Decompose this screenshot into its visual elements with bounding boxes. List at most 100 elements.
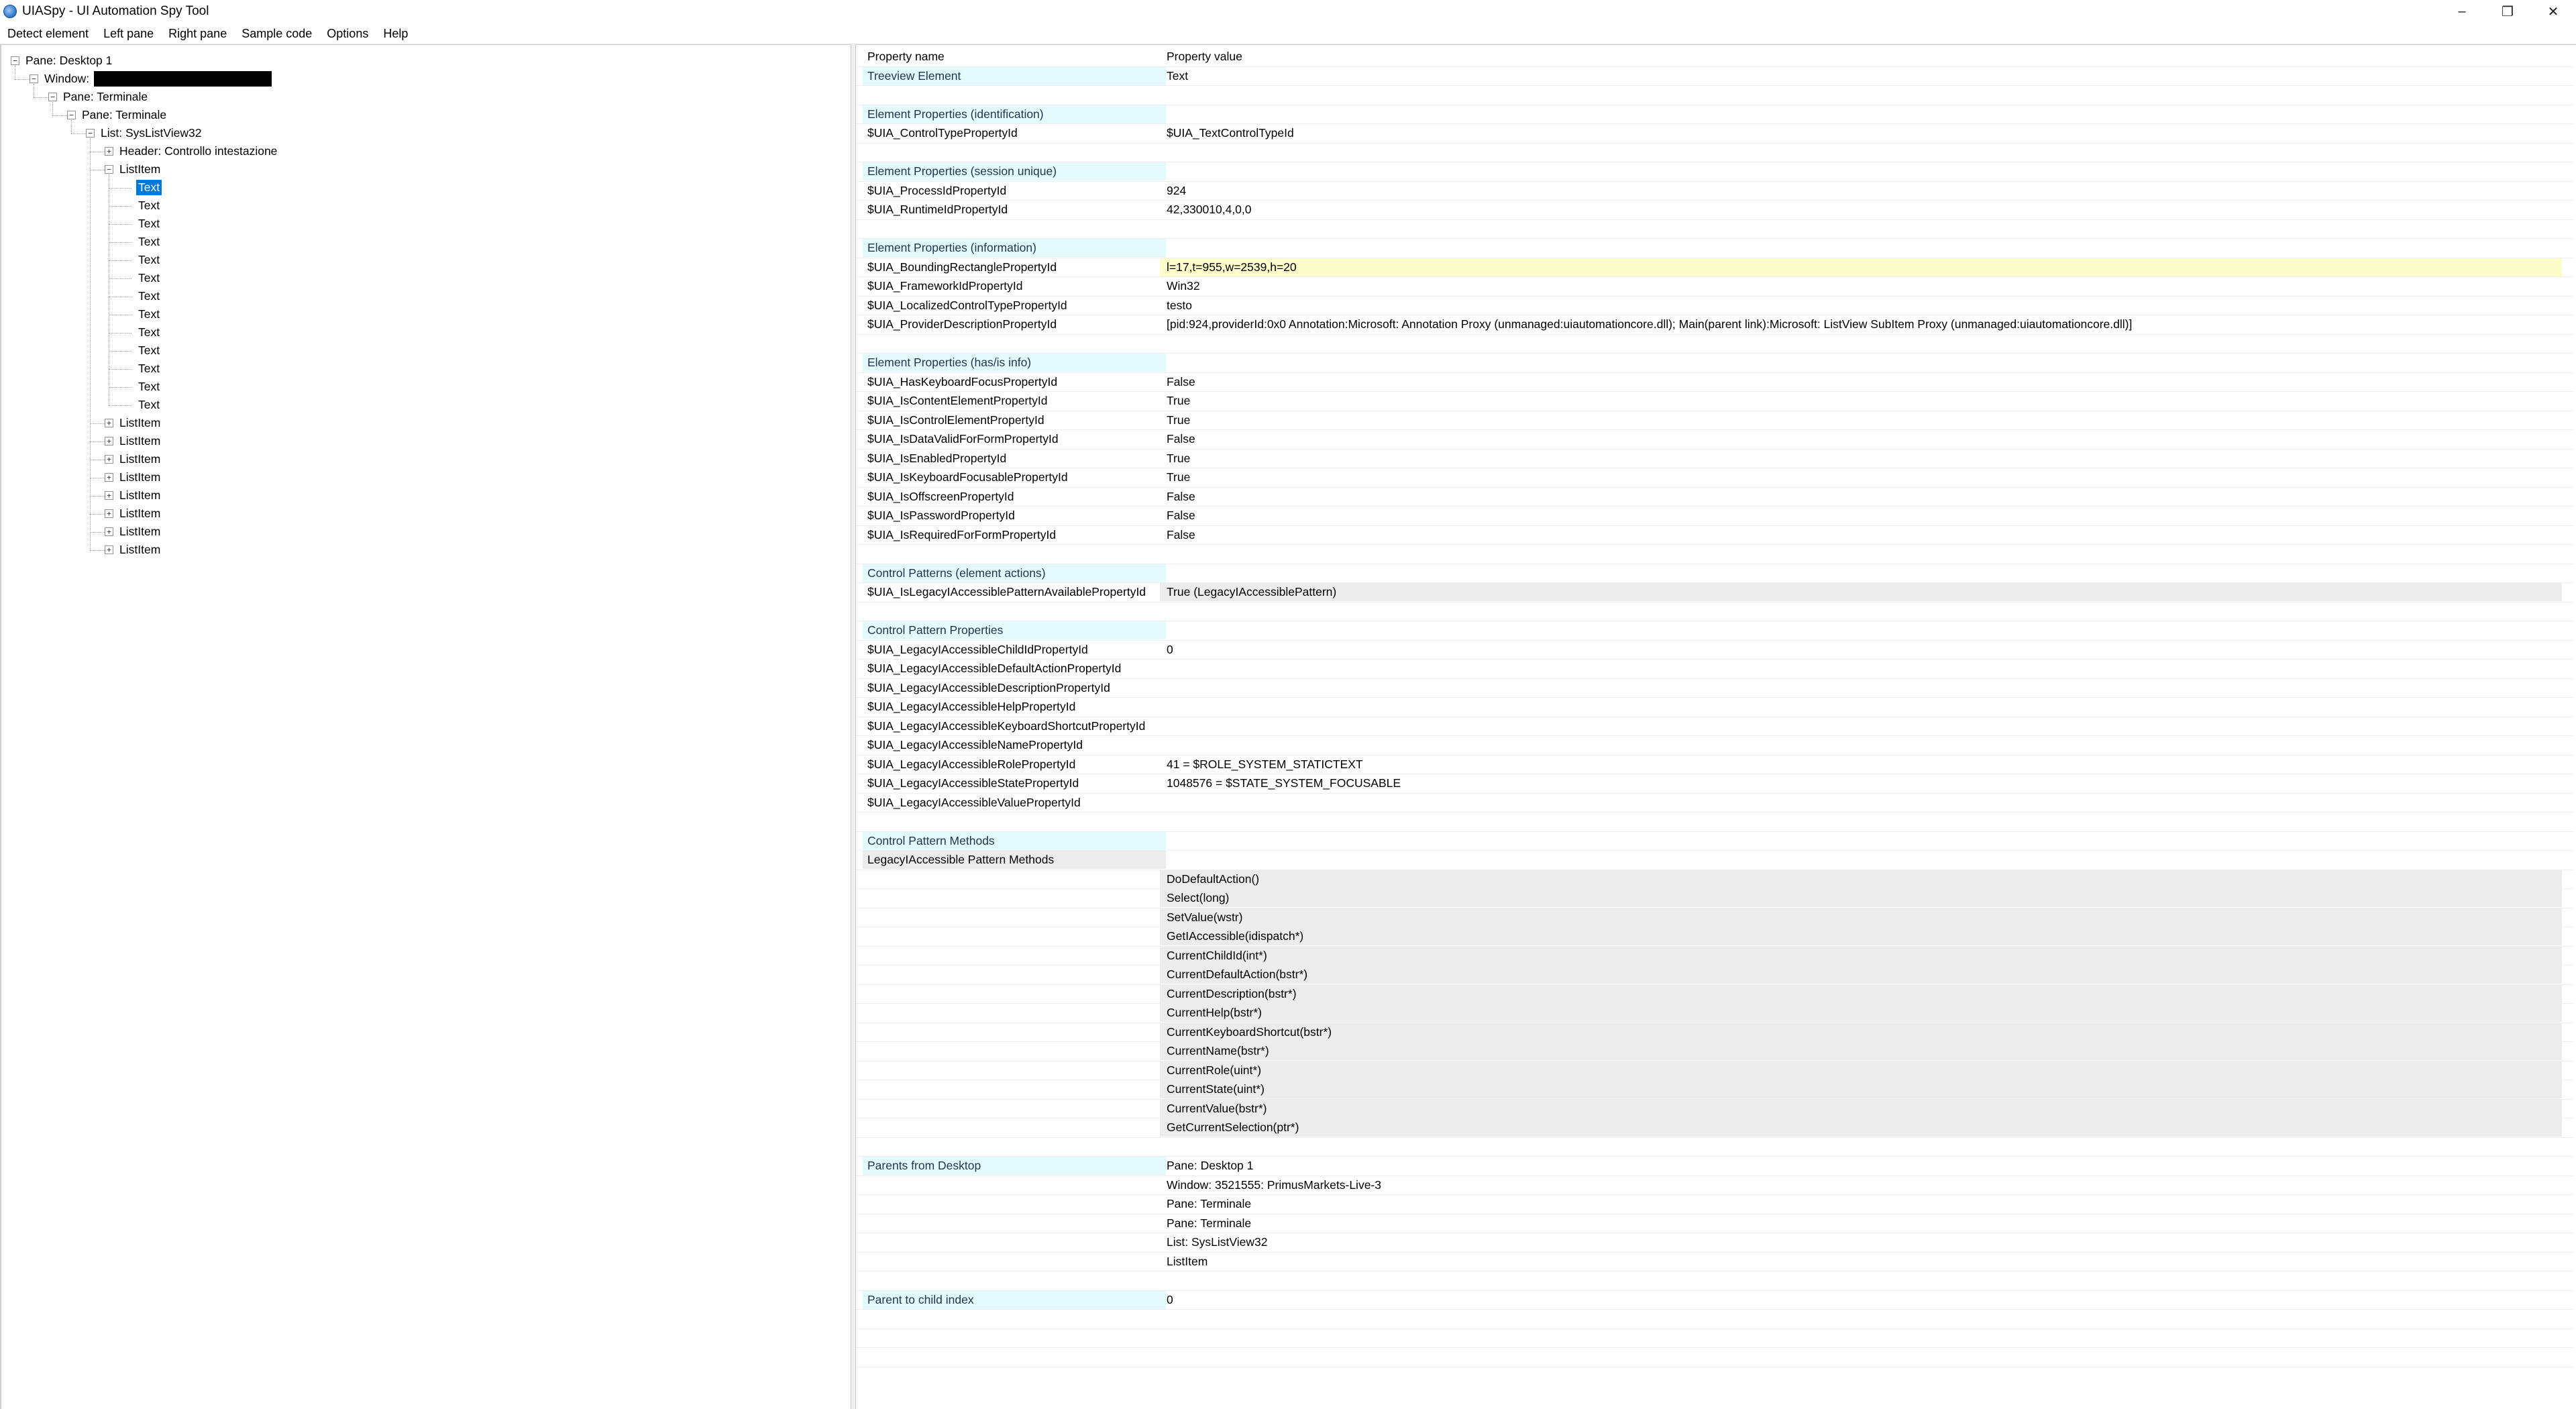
pane-splitter[interactable] xyxy=(851,44,856,1409)
tree-node[interactable]: Text xyxy=(123,197,162,215)
tree-node[interactable]: Text xyxy=(123,178,162,197)
tree-node[interactable]: Text xyxy=(123,269,162,287)
collapse-icon[interactable]: − xyxy=(105,165,113,174)
property-row[interactable]: GetCurrentSelection(ptr*) xyxy=(856,1118,2573,1138)
property-row[interactable]: Pane: Terminale xyxy=(856,1195,2573,1214)
property-row[interactable]: CurrentChildId(int*) xyxy=(856,946,2573,966)
property-row[interactable]: $UIA_IsDataValidForFormPropertyId False xyxy=(856,430,2573,450)
property-row[interactable]: ListItem xyxy=(856,1253,2573,1271)
property-row[interactable] xyxy=(856,813,2573,832)
property-row[interactable]: $UIA_LegacyIAccessibleChildIdPropertyId 0 xyxy=(856,641,2573,660)
property-row[interactable]: $UIA_IsPasswordPropertyId False xyxy=(856,507,2573,526)
property-row[interactable]: $UIA_FrameworkIdPropertyId Win32 xyxy=(856,277,2573,297)
menu-right-pane[interactable]: Right pane xyxy=(161,27,234,41)
menu-help[interactable]: Help xyxy=(376,27,415,41)
property-row[interactable]: $UIA_IsKeyboardFocusablePropertyId True xyxy=(856,468,2573,488)
property-row[interactable]: CurrentDescription(bstr*) xyxy=(856,984,2573,1004)
tree-node[interactable]: Text xyxy=(123,323,162,342)
property-row[interactable]: CurrentValue(bstr*) xyxy=(856,1099,2573,1118)
property-row[interactable]: $UIA_IsRequiredForFormPropertyId False xyxy=(856,526,2573,545)
tree-node[interactable]: Text xyxy=(123,233,162,251)
property-row[interactable]: Control Pattern Properties xyxy=(856,621,2573,641)
property-row[interactable] xyxy=(856,220,2573,239)
property-row[interactable]: CurrentHelp(bstr*) xyxy=(856,1004,2573,1023)
tree-node[interactable]: Text xyxy=(123,215,162,233)
property-row[interactable]: Element Properties (session unique) xyxy=(856,162,2573,182)
property-grid-pane[interactable]: Property name Property value Treeview Elem… xyxy=(856,44,2576,1409)
property-row[interactable]: Parents from Desktop Pane: Desktop 1 xyxy=(856,1157,2573,1176)
property-row[interactable]: $UIA_IsOffscreenPropertyId False xyxy=(856,488,2573,507)
tree-node[interactable]: − ListItem xyxy=(105,160,162,178)
expand-icon[interactable]: + xyxy=(105,491,113,500)
collapse-icon[interactable]: − xyxy=(11,56,19,65)
tree-node[interactable]: − Pane: Desktop 1 xyxy=(11,52,114,70)
tree-node[interactable]: − Window: xyxy=(30,70,272,88)
property-row[interactable]: CurrentName(bstr*) xyxy=(856,1042,2573,1061)
property-row[interactable]: Window: 3521555: PrimusMarkets-Live-3 xyxy=(856,1176,2573,1195)
property-row[interactable]: $UIA_LocalizedControlTypePropertyId testo xyxy=(856,297,2573,315)
property-row[interactable]: Pane: Terminale xyxy=(856,1214,2573,1233)
property-row[interactable] xyxy=(856,545,2573,564)
property-row[interactable] xyxy=(856,1310,2573,1329)
tree-node[interactable]: − List: SysListView32 xyxy=(86,124,203,142)
property-row[interactable]: Control Pattern Methods xyxy=(856,831,2573,851)
property-row[interactable]: CurrentDefaultAction(bstr*) xyxy=(856,966,2573,985)
tree-node[interactable]: Text xyxy=(123,251,162,269)
property-row[interactable]: $UIA_IsEnabledPropertyId True xyxy=(856,450,2573,468)
restore-button[interactable]: ❐ xyxy=(2485,0,2530,23)
expand-icon[interactable]: + xyxy=(105,509,113,518)
tree-node[interactable]: + ListItem xyxy=(105,432,162,450)
property-row[interactable] xyxy=(856,1271,2573,1291)
tree-node[interactable]: − Pane: Terminale xyxy=(67,106,168,124)
property-row[interactable]: CurrentKeyboardShortcut(bstr*) xyxy=(856,1023,2573,1042)
expand-icon[interactable]: + xyxy=(105,437,113,446)
expand-icon[interactable]: + xyxy=(105,545,113,554)
property-row[interactable] xyxy=(856,603,2573,621)
menu-sample-code[interactable]: Sample code xyxy=(234,27,319,41)
tree-node[interactable]: + ListItem xyxy=(105,450,162,468)
tree-node[interactable]: + ListItem xyxy=(105,505,162,523)
property-row[interactable]: DoDefaultAction() xyxy=(856,870,2573,889)
property-row[interactable] xyxy=(856,144,2573,162)
property-row[interactable]: $UIA_LegacyIAccessibleDefaultActionPrope… xyxy=(856,660,2573,679)
tree-node[interactable]: Text xyxy=(123,378,162,396)
tree-node[interactable]: + Header: Controllo intestazione xyxy=(105,142,279,160)
tree-node[interactable]: − Pane: Terminale xyxy=(48,88,150,106)
tree-node[interactable]: Text xyxy=(123,396,162,414)
property-row[interactable]: $UIA_LegacyIAccessibleValuePropertyId xyxy=(856,794,2573,813)
property-row[interactable]: $UIA_LegacyIAccessibleDescriptionPropert… xyxy=(856,679,2573,698)
property-row[interactable]: $UIA_LegacyIAccessibleHelpPropertyId xyxy=(856,698,2573,717)
property-row[interactable]: Treeview Element Text xyxy=(856,66,2573,86)
collapse-icon[interactable]: − xyxy=(48,93,57,101)
menu-left-pane[interactable]: Left pane xyxy=(96,27,161,41)
element-tree-pane[interactable]: − Pane: Desktop 1− Window: − Pane: Terminale… xyxy=(0,44,851,1409)
tree-node[interactable]: + ListItem xyxy=(105,468,162,486)
property-row[interactable]: LegacyIAccessible Pattern Methods xyxy=(856,851,2573,870)
property-row[interactable] xyxy=(856,1138,2573,1157)
expand-icon[interactable]: + xyxy=(105,147,113,156)
tree-node[interactable]: Text xyxy=(123,287,162,305)
property-row[interactable]: $UIA_IsLegacyIAccessiblePatternAvailable… xyxy=(856,583,2573,603)
expand-icon[interactable]: + xyxy=(105,455,113,464)
property-row[interactable]: Select(long) xyxy=(856,889,2573,908)
menu-detect-element[interactable]: Detect element xyxy=(0,27,96,41)
collapse-icon[interactable]: − xyxy=(30,74,38,83)
property-row[interactable] xyxy=(856,335,2573,354)
property-row[interactable]: Element Properties (has/is info) xyxy=(856,354,2573,373)
property-row[interactable] xyxy=(856,1329,2573,1348)
tree-node[interactable]: + ListItem xyxy=(105,414,162,432)
expand-icon[interactable]: + xyxy=(105,419,113,427)
property-row[interactable] xyxy=(856,86,2573,105)
property-row[interactable]: $UIA_HasKeyboardFocusPropertyId False xyxy=(856,373,2573,392)
property-row[interactable]: $UIA_LegacyIAccessibleKeyboardShortcutPr… xyxy=(856,717,2573,736)
property-row[interactable]: $UIA_ProcessIdPropertyId 924 xyxy=(856,182,2573,201)
tree-node[interactable]: Text xyxy=(123,360,162,378)
close-button[interactable]: ✕ xyxy=(2530,0,2576,23)
property-row[interactable]: $UIA_BoundingRectanglePropertyId l=17,t=9… xyxy=(856,258,2573,277)
property-row[interactable]: $UIA_ProviderDescriptionPropertyId [pid:9… xyxy=(856,315,2573,335)
property-row[interactable]: $UIA_LegacyIAccessibleStatePropertyId 104… xyxy=(856,774,2573,794)
property-row[interactable]: CurrentState(uint*) xyxy=(856,1080,2573,1100)
expand-icon[interactable]: + xyxy=(105,473,113,482)
collapse-icon[interactable]: − xyxy=(67,111,76,119)
collapse-icon[interactable]: − xyxy=(86,129,95,138)
